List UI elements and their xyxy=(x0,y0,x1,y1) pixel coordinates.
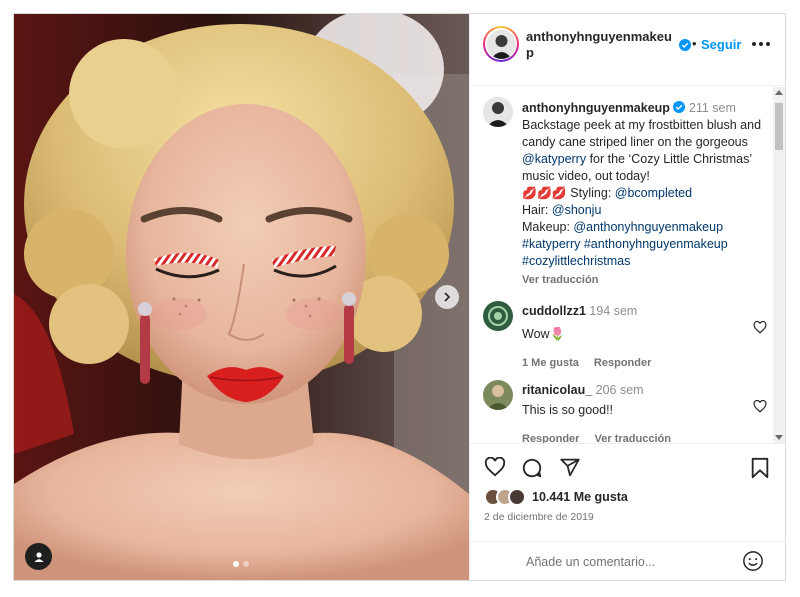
post-dialog: anthonyhnguyenmakeup • Seguir anthonyhng… xyxy=(13,13,786,581)
mention-styling[interactable]: @bcompleted xyxy=(615,186,692,200)
caption-text-1: Backstage peek at my frostbitten blush a… xyxy=(522,118,762,149)
like-button-heart-icon[interactable] xyxy=(484,457,506,477)
follow-button[interactable]: Seguir xyxy=(701,37,741,52)
comment-translate-link[interactable]: Ver traducción xyxy=(595,433,671,443)
comment-username[interactable]: cuddollzz1 xyxy=(522,304,586,318)
post-header: anthonyhnguyenmakeup • Seguir xyxy=(470,14,786,86)
post-photo-art xyxy=(14,14,469,580)
commenter-avatar[interactable] xyxy=(483,380,513,410)
verified-badge-icon xyxy=(679,39,691,51)
carousel-dot xyxy=(243,561,249,567)
heart-icon[interactable] xyxy=(753,321,767,334)
comment-text: This is so good!! xyxy=(522,403,614,417)
hashtag-anthonyhnguyenmakeup[interactable]: #anthonyhnguyenmakeup xyxy=(584,237,728,251)
add-comment-bar xyxy=(470,541,786,582)
bookmark-icon[interactable] xyxy=(750,457,770,479)
more-dot xyxy=(752,42,756,46)
caption-author-avatar[interactable] xyxy=(483,97,513,127)
comment-text: Wow🌷 xyxy=(522,327,566,341)
comments-scrollbar[interactable] xyxy=(773,87,785,443)
emoji-icon[interactable] xyxy=(742,550,764,572)
comment-likes-count[interactable]: 1 Me gusta xyxy=(522,357,579,369)
post-side-panel: anthonyhnguyenmakeup • Seguir anthonyhng… xyxy=(469,14,786,581)
user-tag-button[interactable] xyxy=(25,543,52,570)
caption-text: anthonyhnguyenmakeup 211 sem Backstage p… xyxy=(522,100,770,289)
comment-username[interactable]: ritanicolau_ xyxy=(522,383,592,397)
post-date[interactable]: 2 de diciembre de 2019 xyxy=(484,511,594,523)
post-actions: 10.441 Me gusta 2 de diciembre de 2019 xyxy=(470,443,786,581)
comment-reply-button[interactable]: Responder xyxy=(522,433,579,443)
carousel-next-button[interactable] xyxy=(435,285,459,309)
mention-makeup[interactable]: @anthonyhnguyenmakeup xyxy=(573,220,723,234)
more-dot xyxy=(766,42,770,46)
caption-username[interactable]: anthonyhnguyenmakeup xyxy=(522,101,670,115)
comment-time: 194 sem xyxy=(589,304,638,318)
carousel-dot-active xyxy=(233,561,239,567)
hashtag-cozylittlechristmas[interactable]: #cozylittlechristmas xyxy=(522,254,630,268)
comment-time: 206 sem xyxy=(595,383,644,397)
likes-summary[interactable]: 10.441 Me gusta xyxy=(484,487,628,507)
carousel-indicator xyxy=(233,561,249,567)
commenter-avatar[interactable] xyxy=(483,301,513,331)
hashtag-katyperry[interactable]: #katyperry xyxy=(522,237,580,251)
scroll-thumb[interactable] xyxy=(775,103,783,150)
mention-hair[interactable]: @shonju xyxy=(552,203,602,217)
author-avatar-story-ring[interactable] xyxy=(483,26,519,62)
post-photo[interactable] xyxy=(14,14,469,580)
makeup-label: Makeup: xyxy=(522,220,574,234)
author-avatar xyxy=(486,29,516,59)
verified-badge-icon xyxy=(673,101,686,113)
styling-label: Styling: xyxy=(566,186,615,200)
comments-scroll-area[interactable]: anthonyhnguyenmakeup 211 sem Backstage p… xyxy=(470,87,786,443)
follow-separator: • xyxy=(692,36,697,51)
likes-count[interactable]: 10.441 Me gusta xyxy=(532,490,628,504)
comment-reply-button[interactable]: Responder xyxy=(594,357,651,369)
mention-katyperry[interactable]: @katyperry xyxy=(522,152,586,166)
caption-time: 211 sem xyxy=(688,101,736,115)
share-icon[interactable] xyxy=(559,457,581,478)
more-options-button[interactable] xyxy=(752,39,774,49)
user-tag-icon xyxy=(34,551,43,562)
scroll-up-arrow[interactable] xyxy=(775,90,783,95)
more-dot xyxy=(759,42,763,46)
hair-label: Hair: xyxy=(522,203,552,217)
lips-emoji: 💋💋💋 xyxy=(522,186,567,200)
heart-icon[interactable] xyxy=(753,400,767,413)
caption-translate-link[interactable]: Ver traducción xyxy=(522,272,770,289)
author-username[interactable]: anthonyhnguyenmakeup xyxy=(526,29,676,61)
chevron-right-icon xyxy=(444,292,451,302)
add-comment-input[interactable] xyxy=(526,551,726,573)
comment-icon[interactable] xyxy=(521,457,543,479)
liker-avatar xyxy=(508,488,526,506)
scroll-down-arrow[interactable] xyxy=(775,435,783,440)
